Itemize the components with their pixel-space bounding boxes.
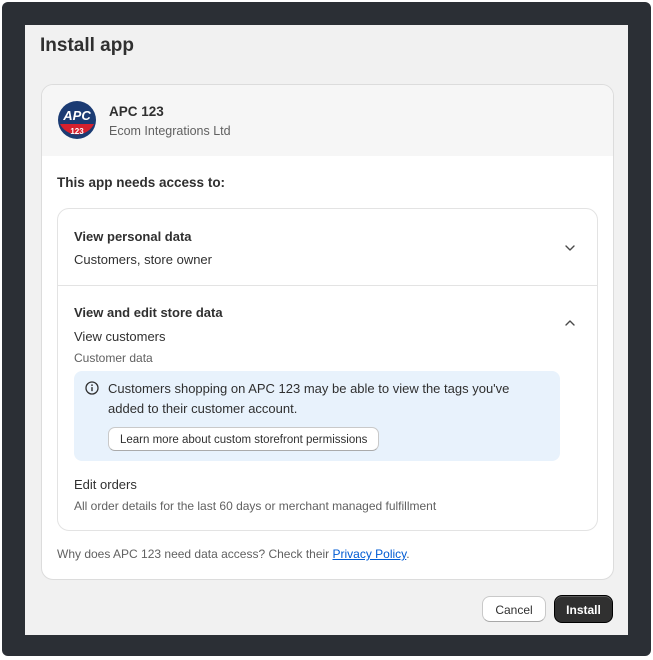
app-header: APC 123 APC 123 Ecom Integrations Ltd <box>42 85 613 156</box>
permissions-list: View personal data Customers, store owne… <box>57 208 598 531</box>
info-notice: Customers shopping on APC 123 may be abl… <box>74 371 560 461</box>
privacy-prefix: Why does APC 123 need data access? Check… <box>57 547 333 561</box>
app-permissions-card: APC 123 APC 123 Ecom Integrations Ltd Th… <box>41 84 614 580</box>
logo-text-top: APC <box>62 108 91 123</box>
install-button[interactable]: Install <box>554 595 613 623</box>
info-icon <box>85 381 99 395</box>
logo-text-bottom: 123 <box>70 127 84 136</box>
cancel-button[interactable]: Cancel <box>482 596 546 622</box>
app-name: APC 123 <box>109 104 164 119</box>
access-heading: This app needs access to: <box>57 175 226 190</box>
permission-group-detail: All order details for the last 60 days o… <box>74 499 437 513</box>
chevron-down-icon[interactable] <box>564 242 576 254</box>
permission-group-detail: Customer data <box>74 351 153 365</box>
permission-group-label: View customers <box>74 329 166 344</box>
permission-title: View and edit store data <box>74 305 223 320</box>
privacy-suffix: . <box>406 547 410 561</box>
learn-more-button[interactable]: Learn more about custom storefront permi… <box>108 427 380 451</box>
privacy-policy-link[interactable]: Privacy Policy <box>333 547 407 561</box>
permission-view-personal-data[interactable]: View personal data Customers, store owne… <box>58 209 597 286</box>
chevron-up-icon[interactable] <box>564 317 576 329</box>
info-notice-text: Customers shopping on APC 123 may be abl… <box>108 381 510 416</box>
install-app-modal: Install app APC 123 APC 123 Ecom Integra… <box>25 25 628 635</box>
app-logo: APC 123 <box>58 101 96 139</box>
privacy-note: Why does APC 123 need data access? Check… <box>57 547 410 561</box>
modal-title: Install app <box>40 35 134 56</box>
permission-summary: Customers, store owner <box>74 252 212 267</box>
app-developer: Ecom Integrations Ltd <box>109 124 231 138</box>
permission-title: View personal data <box>74 229 192 244</box>
permission-group-label: Edit orders <box>74 477 137 492</box>
